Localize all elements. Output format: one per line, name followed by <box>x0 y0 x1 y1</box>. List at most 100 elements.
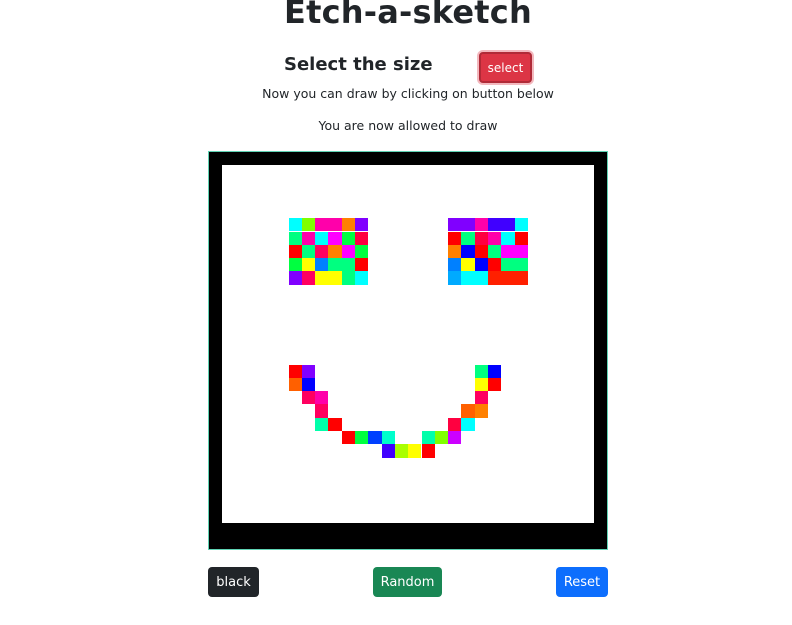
grid-cell[interactable] <box>315 391 329 405</box>
grid-cell[interactable] <box>341 258 355 272</box>
grid-cell[interactable] <box>315 404 329 418</box>
grid-cell[interactable] <box>488 364 502 378</box>
size-label: Select the size <box>284 54 433 75</box>
grid-cell[interactable] <box>394 444 409 458</box>
grid-cell[interactable] <box>328 258 342 272</box>
grid-cell[interactable] <box>474 244 488 259</box>
grid-cell[interactable] <box>501 231 515 245</box>
grid-cell[interactable] <box>461 231 475 245</box>
grid-cell[interactable] <box>355 431 369 445</box>
grid-cell[interactable] <box>514 271 528 285</box>
grid-cell[interactable] <box>301 244 316 259</box>
grid-cell[interactable] <box>501 218 515 232</box>
grid-cell[interactable] <box>448 218 462 232</box>
grid-cell[interactable] <box>301 391 316 405</box>
sketch-grid[interactable] <box>222 165 594 523</box>
grid-cell[interactable] <box>461 218 475 232</box>
grid-cell[interactable] <box>501 258 515 272</box>
grid-cell[interactable] <box>368 431 382 445</box>
grid-cell[interactable] <box>328 271 342 285</box>
grid-cell[interactable] <box>514 218 528 232</box>
black-color-button[interactable]: black <box>208 567 259 597</box>
grid-cell[interactable] <box>328 244 342 259</box>
grid-cell[interactable] <box>408 444 422 458</box>
grid-cell[interactable] <box>315 417 329 431</box>
grid-cell[interactable] <box>288 377 302 392</box>
sketch-canvas-frame <box>208 151 608 550</box>
grid-cell[interactable] <box>461 244 475 259</box>
grid-cell[interactable] <box>461 417 475 431</box>
grid-cell[interactable] <box>474 271 488 285</box>
grid-cell[interactable] <box>501 271 515 285</box>
grid-cell[interactable] <box>301 377 316 392</box>
grid-cell[interactable] <box>488 218 502 232</box>
grid-cell[interactable] <box>381 431 395 445</box>
grid-cell[interactable] <box>288 271 302 285</box>
select-size-button[interactable]: select <box>479 52 532 83</box>
grid-cell[interactable] <box>474 218 488 232</box>
grid-cell[interactable] <box>341 218 355 232</box>
grid-cell[interactable] <box>288 258 302 272</box>
grid-cell[interactable] <box>355 244 369 259</box>
grid-cell[interactable] <box>421 431 435 445</box>
grid-cell[interactable] <box>474 364 488 378</box>
grid-cell[interactable] <box>288 231 302 245</box>
grid-cell[interactable] <box>448 431 462 445</box>
grid-cell[interactable] <box>448 258 462 272</box>
grid-cell[interactable] <box>474 231 488 245</box>
etch-a-sketch-page: Etch-a-sketch Select the size select Now… <box>0 0 792 625</box>
grid-cell[interactable] <box>301 271 316 285</box>
grid-cell[interactable] <box>474 404 488 418</box>
grid-cell[interactable] <box>501 244 515 259</box>
grid-cell[interactable] <box>328 417 342 431</box>
grid-cell[interactable] <box>288 364 302 378</box>
grid-cell[interactable] <box>328 231 342 245</box>
grid-cell[interactable] <box>488 271 502 285</box>
grid-cell[interactable] <box>514 244 528 259</box>
grid-cell[interactable] <box>315 258 329 272</box>
grid-cell[interactable] <box>448 271 462 285</box>
grid-cell[interactable] <box>288 218 302 232</box>
grid-cell[interactable] <box>301 364 316 378</box>
grid-cell[interactable] <box>315 218 329 232</box>
grid-cell[interactable] <box>288 244 302 259</box>
grid-cell[interactable] <box>474 377 488 392</box>
grid-cell[interactable] <box>341 231 355 245</box>
grid-cell[interactable] <box>461 258 475 272</box>
grid-cell[interactable] <box>448 244 462 259</box>
grid-cell[interactable] <box>381 444 395 458</box>
grid-cell[interactable] <box>355 218 369 232</box>
grid-cell[interactable] <box>315 271 329 285</box>
status-text: You are now allowed to draw <box>318 118 498 133</box>
grid-cell[interactable] <box>461 404 475 418</box>
grid-cell[interactable] <box>301 218 316 232</box>
grid-cell[interactable] <box>448 231 462 245</box>
instruction-text: Now you can draw by clicking on button b… <box>262 86 554 101</box>
grid-cell[interactable] <box>355 258 369 272</box>
grid-cell[interactable] <box>514 231 528 245</box>
random-color-button[interactable]: Random <box>373 567 442 597</box>
grid-cell[interactable] <box>461 271 475 285</box>
grid-cell[interactable] <box>341 431 355 445</box>
grid-cell[interactable] <box>488 244 502 259</box>
grid-cell[interactable] <box>488 231 502 245</box>
grid-cell[interactable] <box>315 244 329 259</box>
grid-cell[interactable] <box>301 258 316 272</box>
grid-cell[interactable] <box>474 391 488 405</box>
grid-cell[interactable] <box>434 431 449 445</box>
grid-cell[interactable] <box>448 417 462 431</box>
grid-cell[interactable] <box>355 231 369 245</box>
grid-cell[interactable] <box>341 271 355 285</box>
grid-cell[interactable] <box>488 377 502 392</box>
grid-cell[interactable] <box>341 244 355 259</box>
grid-cell[interactable] <box>315 231 329 245</box>
grid-cell[interactable] <box>474 258 488 272</box>
grid-cell[interactable] <box>328 218 342 232</box>
grid-cell[interactable] <box>514 258 528 272</box>
page-title: Etch-a-sketch <box>284 0 532 31</box>
grid-cell[interactable] <box>301 231 316 245</box>
grid-cell[interactable] <box>421 444 435 458</box>
grid-cell[interactable] <box>355 271 369 285</box>
reset-button[interactable]: Reset <box>556 567 608 597</box>
grid-cell[interactable] <box>488 258 502 272</box>
